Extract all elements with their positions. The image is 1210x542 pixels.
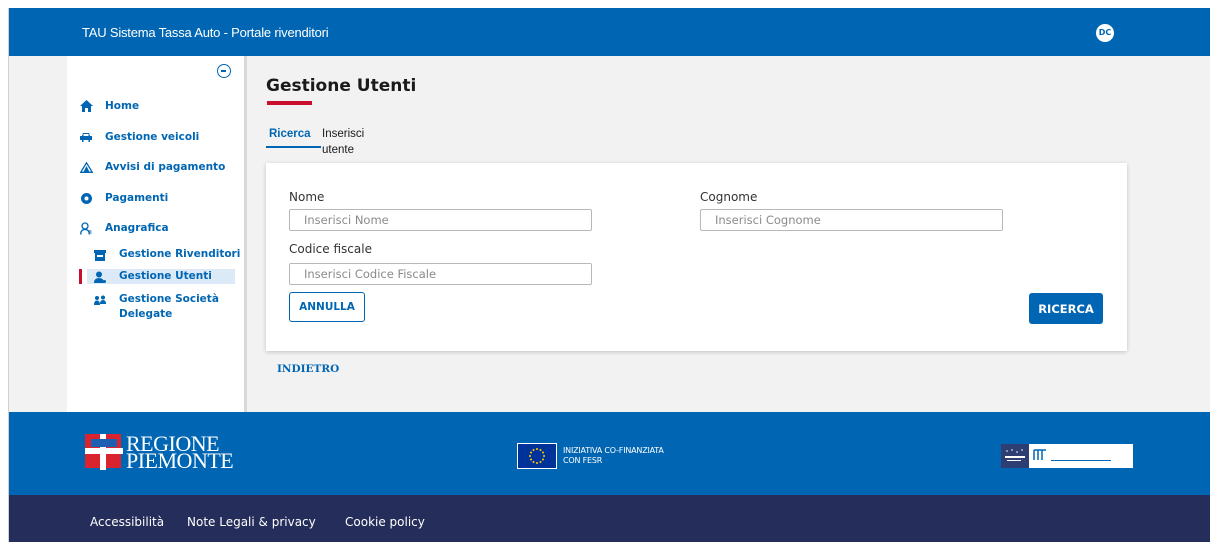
tab-ricerca[interactable]: Ricerca	[266, 126, 321, 148]
user-outline-icon	[79, 221, 93, 235]
annulla-button[interactable]: ANNULLA	[289, 292, 365, 322]
sidebar-item-label-group: Gestione Società Delegate	[119, 292, 219, 322]
footer-link-cookie-policy[interactable]: Cookie policy	[345, 515, 425, 529]
footer-links-bar: Accessibilità Note Legali & privacy Cook…	[9, 495, 1210, 542]
eu-line1: INIZIATIVA CO-FINANZIATA	[563, 446, 664, 455]
cognome-input[interactable]	[700, 209, 1003, 231]
eu-text: INIZIATIVA CO-FINANZIATA CON FESR	[563, 446, 664, 466]
sidebar-item-avvisi[interactable]: Avvisi di pagamento	[79, 157, 225, 177]
sidebar-item-label: Pagamenti	[105, 192, 169, 204]
sidebar-item-label: Avvisi di pagamento	[105, 161, 226, 173]
app-title: TAU Sistema Tassa Auto - Portale rivendi…	[82, 25, 329, 40]
regione-text: REGIONE PIEMONTE	[126, 433, 234, 473]
user-avatar[interactable]: DC	[1096, 24, 1114, 42]
user-icon	[93, 270, 107, 284]
partner-logo-mark-icon	[1033, 448, 1047, 464]
codice-fiscale-label: Codice fiscale	[289, 242, 372, 256]
cognome-label: Cognome	[700, 190, 758, 204]
search-form-card: Nome Cognome Codice fiscale ANNULLA RICE…	[266, 163, 1127, 351]
footer-link-note-legali[interactable]: Note Legali & privacy	[187, 515, 316, 529]
nome-input[interactable]	[289, 209, 592, 231]
partner-logo-badge-icon	[1001, 444, 1029, 468]
sidebar-item-pagamenti[interactable]: Pagamenti	[79, 188, 168, 208]
sidebar-item-home[interactable]: Home	[79, 96, 139, 116]
eu-flag-icon	[517, 443, 557, 469]
regione-line2: PIEMONTE	[126, 448, 234, 473]
tab-inserisci-utente[interactable]: Inserisci utente	[322, 126, 364, 156]
eu-line2: CON FESR	[563, 456, 603, 465]
warning-icon	[79, 160, 93, 174]
title-underline	[267, 101, 312, 105]
sidebar-item-label: Anagrafica	[105, 222, 169, 234]
page-title: Gestione Utenti	[266, 76, 417, 96]
footer-link-accessibilita[interactable]: Accessibilità	[90, 515, 164, 529]
collapse-sidebar-icon[interactable]	[217, 64, 231, 78]
nome-label: Nome	[289, 190, 325, 204]
eu-cofinanced-logo: INIZIATIVA CO-FINANZIATA CON FESR	[517, 443, 664, 469]
payment-icon	[79, 191, 93, 205]
car-icon	[79, 130, 93, 144]
sidebar: Home Gestione veicoli Avvisi di pagament…	[67, 56, 247, 412]
sidebar-item-label: Home	[105, 100, 140, 112]
ricerca-button[interactable]: RICERCA	[1029, 293, 1103, 324]
indietro-link[interactable]: INDIETRO	[277, 363, 339, 375]
partner-logo-line	[1051, 459, 1111, 461]
home-icon	[79, 99, 93, 113]
sidebar-item-gestione-veicoli[interactable]: Gestione veicoli	[79, 127, 199, 147]
group-icon	[93, 293, 107, 307]
store-icon	[93, 248, 107, 262]
sidebar-subitem-gestione-utenti[interactable]: Gestione Utenti	[79, 269, 235, 284]
sidebar-item-label-line2: Delegate	[119, 308, 173, 320]
sidebar-item-label: Gestione veicoli	[105, 131, 200, 143]
top-bar: TAU Sistema Tassa Auto - Portale rivendi…	[9, 8, 1210, 56]
sidebar-subitem-gestione-rivenditori[interactable]: Gestione Rivenditori	[93, 247, 240, 262]
footer-logos: REGIONE PIEMONTE INIZIATIVA CO-FINANZIAT…	[9, 412, 1210, 495]
sidebar-subitem-gestione-societa[interactable]: Gestione Società Delegate	[93, 292, 219, 322]
sidebar-item-label: Gestione Utenti	[119, 270, 212, 282]
regione-piemonte-logo: REGIONE PIEMONTE	[85, 433, 234, 473]
app-frame: TAU Sistema Tassa Auto - Portale rivendi…	[8, 8, 1210, 542]
regione-flag-icon	[85, 434, 123, 470]
sidebar-item-label: Gestione Società	[119, 293, 219, 305]
codice-fiscale-input[interactable]	[289, 263, 592, 285]
partner-logo	[1001, 444, 1133, 468]
sidebar-item-anagrafica[interactable]: Anagrafica	[79, 218, 169, 238]
sidebar-item-label: Gestione Rivenditori	[119, 248, 241, 260]
